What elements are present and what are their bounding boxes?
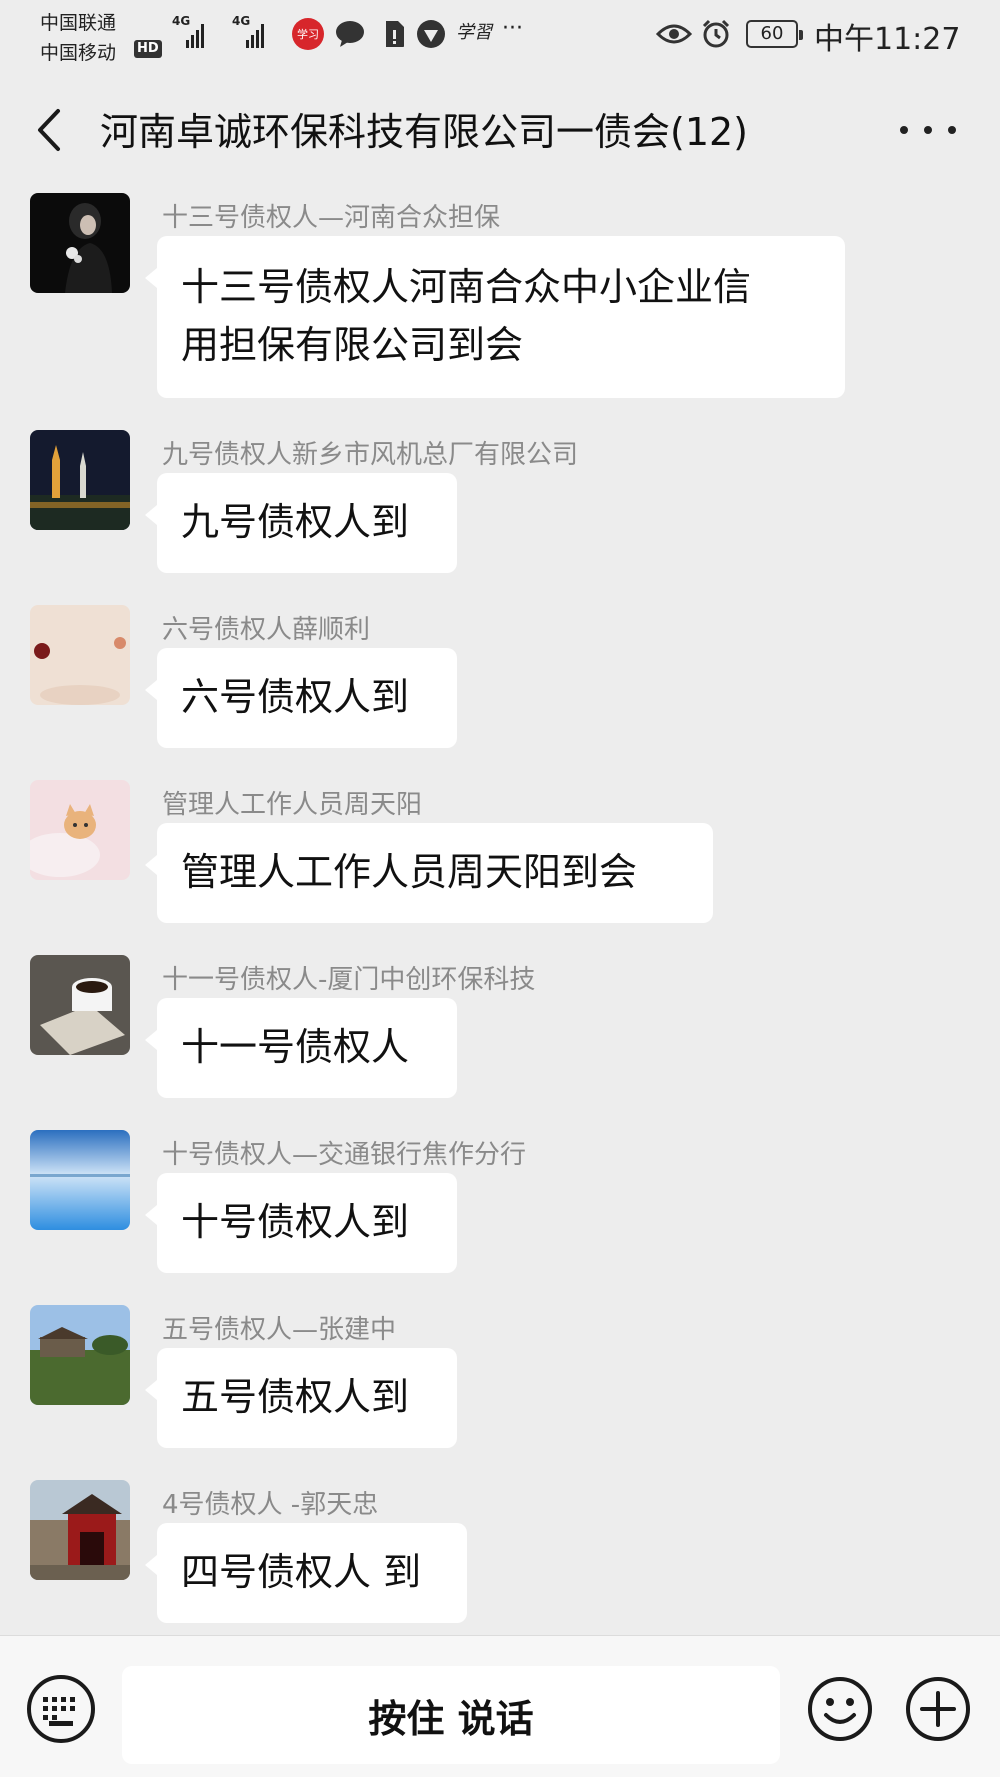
avatar[interactable] [30, 780, 130, 880]
message-icon [336, 21, 364, 47]
carrier-label-1: 中国联通 [40, 12, 117, 34]
back-chevron-icon[interactable] [30, 105, 70, 155]
avatar[interactable] [30, 1305, 130, 1405]
hd-badge: HD [134, 40, 162, 58]
sender-name: 4号债权人 -郭天忠 [162, 1490, 379, 1520]
sender-name: 六号债权人薛顺利 [162, 615, 371, 645]
message-bubble[interactable]: 十一号债权人 [145, 998, 457, 1098]
status-bar: 中国联通 中国移动 HD 4G 4G 学习 学習 ··· 60 中午11:27 [0, 0, 1000, 75]
message-bubble[interactable]: 四号债权人 到 [145, 1523, 467, 1623]
carrier-label-2: 中国移动 [40, 42, 117, 64]
status-time: 中午11:27 [814, 22, 961, 57]
avatar[interactable] [30, 605, 130, 705]
sender-name: 管理人工作人员周天阳 [162, 790, 423, 820]
emoji-icon[interactable] [806, 1675, 874, 1743]
sender-name: 十号债权人—交通银行焦作分行 [162, 1140, 527, 1170]
message-bubble[interactable]: 六号债权人到 [145, 648, 457, 748]
chat-title: 河南卓诚环保科技有限公司一债会(12) [100, 110, 749, 154]
avatar[interactable] [30, 1130, 130, 1230]
sender-name: 十一号债权人-厦门中创环保科技 [162, 965, 536, 995]
chat-input-bar: 按住 说话 [0, 1635, 1000, 1777]
message-bubble[interactable]: 九号债权人到 [145, 473, 457, 573]
avatar[interactable] [30, 1480, 130, 1580]
chat-header: 河南卓诚环保科技有限公司一债会(12) [0, 75, 1000, 185]
notification-more-icon: ··· [502, 16, 523, 41]
hold-to-talk-button[interactable]: 按住 说话 [122, 1666, 780, 1764]
message-bubble[interactable]: 十号债权人到 [145, 1173, 457, 1273]
message-bubble[interactable]: 十三号债权人河南合众中小企业信 用担保有限公司到会 [145, 236, 845, 398]
keyboard-icon[interactable] [27, 1675, 95, 1743]
avatar[interactable] [30, 955, 130, 1055]
eye-icon [656, 24, 692, 44]
study-app-icon: 学习 [292, 18, 324, 50]
message-bubble[interactable]: 管理人工作人员周天阳到会 [145, 823, 713, 923]
plus-icon[interactable] [904, 1675, 972, 1743]
app-icon [417, 20, 445, 48]
message-list[interactable]: 十三号债权人—河南合众担保 十三号债权人河南合众中小企业信 用担保有限公司到会 … [0, 185, 1000, 1635]
sender-name: 十三号债权人—河南合众担保 [162, 203, 501, 233]
avatar[interactable] [30, 193, 130, 293]
sender-name: 五号债权人—张建中 [162, 1315, 397, 1345]
avatar[interactable] [30, 430, 130, 530]
study-text-icon: 学習 [456, 22, 492, 43]
sender-name: 九号债权人新乡市风机总厂有限公司 [162, 440, 579, 470]
message-bubble[interactable]: 五号债权人到 [145, 1348, 457, 1448]
sim-card-icon [386, 21, 404, 47]
battery-indicator: 60 [746, 20, 803, 48]
more-dots-icon[interactable] [900, 115, 956, 145]
alarm-icon [702, 19, 730, 48]
